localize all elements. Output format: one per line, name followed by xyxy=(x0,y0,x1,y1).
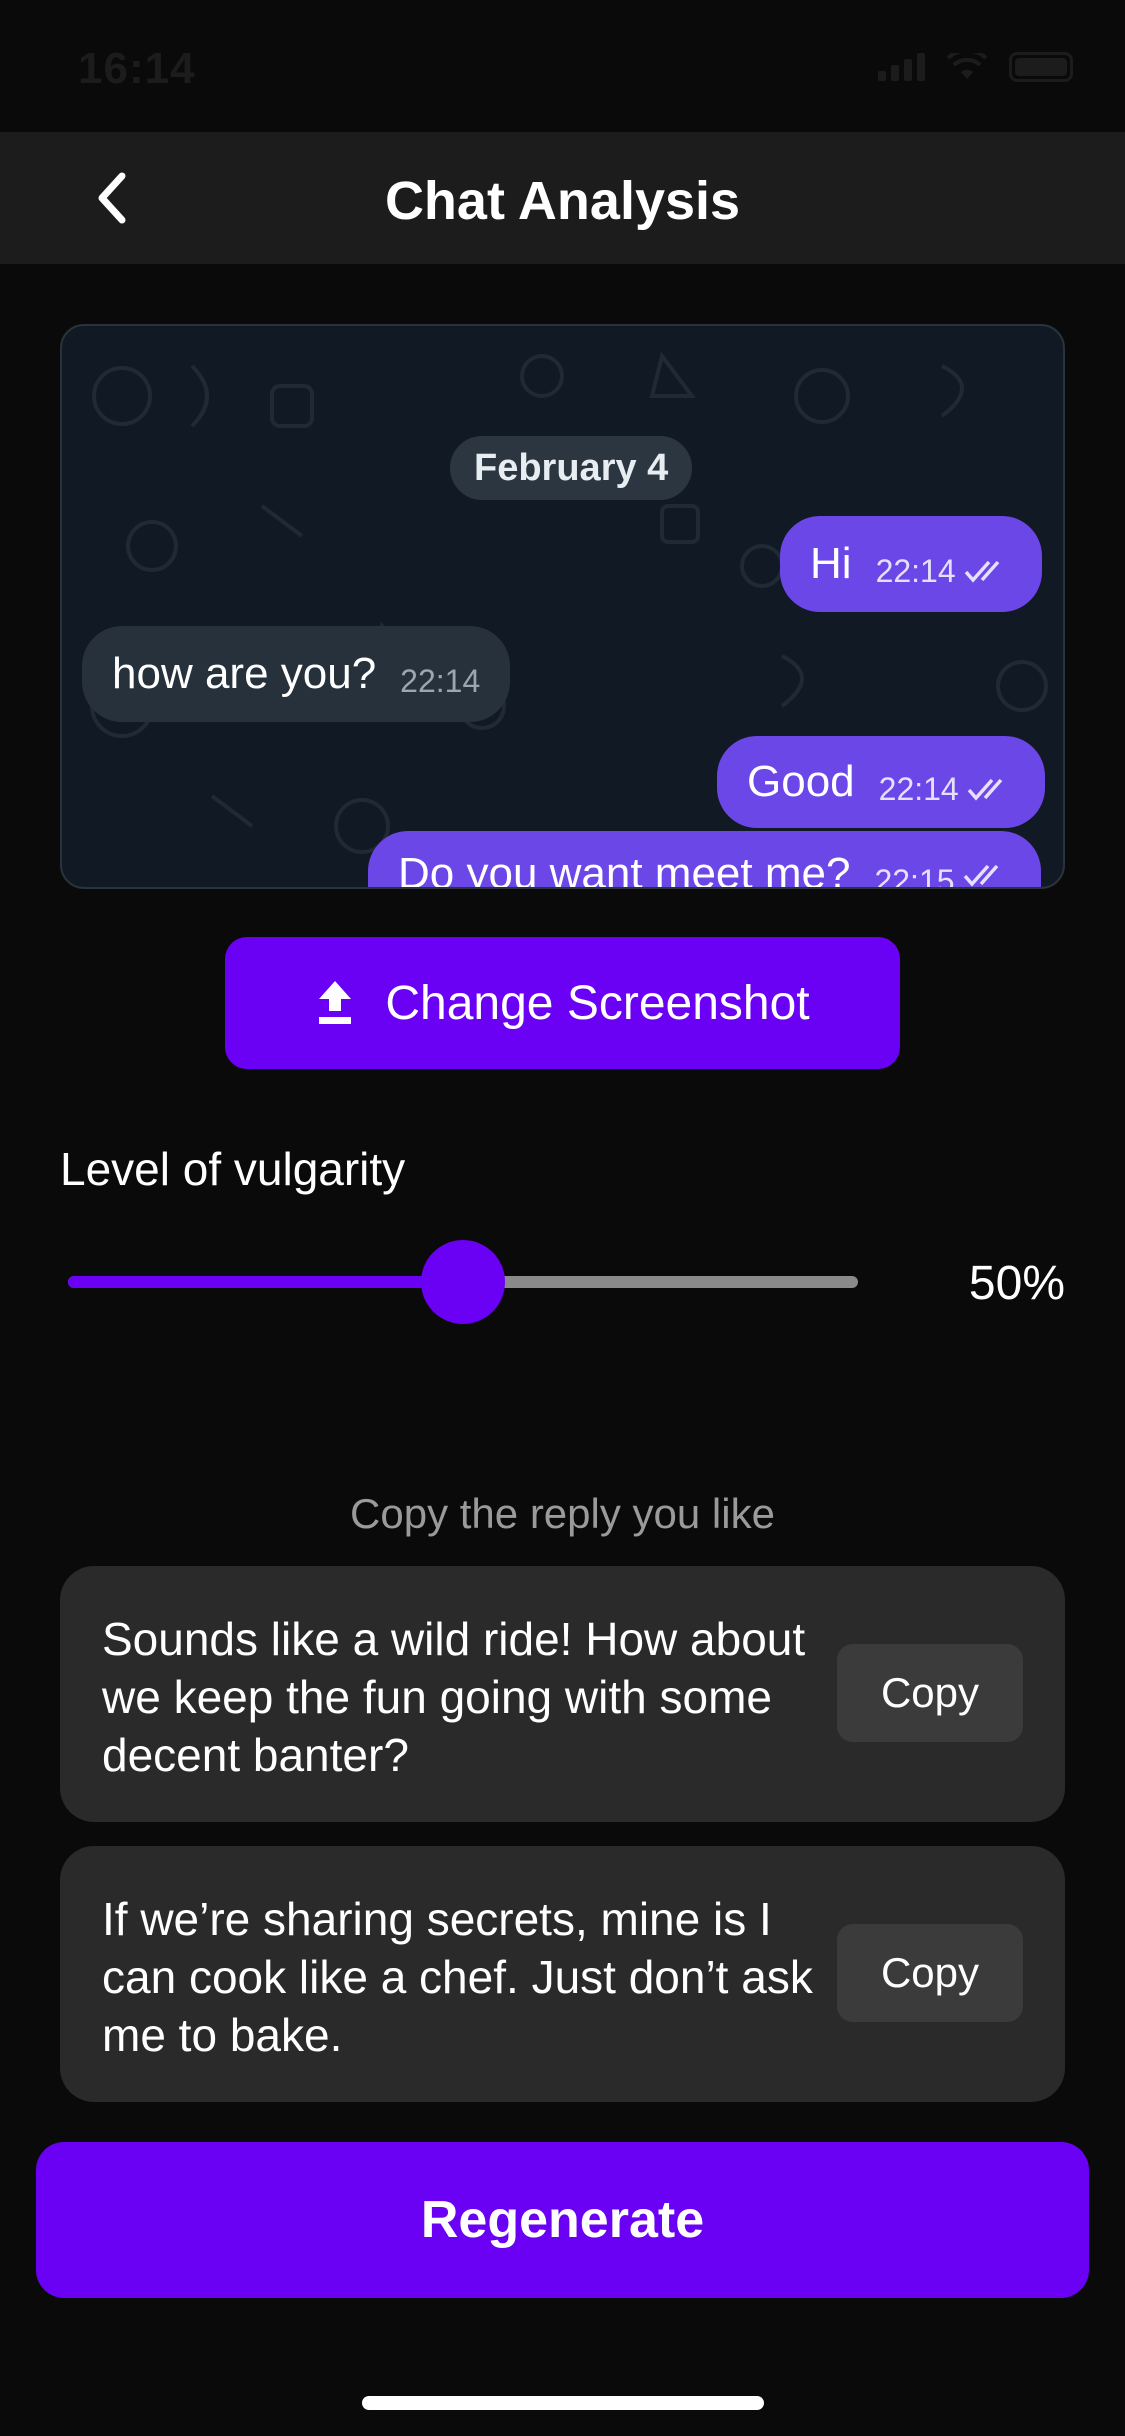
reply-text: Sounds like a wild ride! How about we ke… xyxy=(102,1613,806,1781)
copy-hint: Copy the reply you like xyxy=(350,1490,775,1537)
upload-icon xyxy=(319,981,352,1024)
change-screenshot-label: Change Screenshot xyxy=(385,976,810,1030)
home-indicator xyxy=(362,2396,764,2410)
reply-text: If we’re sharing secrets, mine is I can … xyxy=(102,1893,813,2061)
page-title: Chat Analysis xyxy=(384,171,741,231)
copy-button[interactable]: Copy xyxy=(837,1924,1023,2022)
double-check-icon xyxy=(967,778,1003,801)
message-bubble: Hi 22:14 xyxy=(780,516,1042,612)
date-pill: February 4 xyxy=(450,436,693,500)
regenerate-button[interactable]: Regenerate xyxy=(36,2142,1089,2298)
vulgarity-slider[interactable] xyxy=(68,1232,858,1332)
message-bubble: how are you? 22:14 xyxy=(82,626,511,722)
status-time: 16:14 xyxy=(78,44,196,93)
slider-fill xyxy=(68,1276,463,1288)
message-bubble: Good 22:14 xyxy=(717,736,1045,828)
reply-card: Sounds like a wild ride! How about we ke… xyxy=(60,1566,1065,1822)
message-time: 22:15 xyxy=(874,863,955,889)
vulgarity-label: Level of vulgarity xyxy=(60,1143,406,1195)
message-bubble: Do you want meet me? 22:15 xyxy=(368,831,1041,889)
copy-button[interactable]: Copy xyxy=(837,1644,1023,1742)
vulgarity-value: 50% xyxy=(968,1257,1065,1310)
message-time: 22:14 xyxy=(878,770,959,807)
status-icons xyxy=(878,52,1073,82)
navigation-bar: Chat Analysis xyxy=(0,132,1125,264)
message-time: 22:14 xyxy=(400,662,481,699)
chat-screenshot-preview: February 4 Hi 22:14 how are you? 22:14 G… xyxy=(60,324,1065,889)
double-check-icon xyxy=(963,864,998,887)
message-text: Do you want meet me? xyxy=(398,849,851,889)
status-bar: 16:14 xyxy=(0,0,1125,132)
wifi-icon xyxy=(947,53,987,79)
battery-icon xyxy=(1009,52,1073,82)
message-text: Good xyxy=(747,757,855,806)
message-text: how are you? xyxy=(112,649,377,698)
message-text: Hi xyxy=(810,539,852,588)
change-screenshot-button[interactable]: Change Screenshot xyxy=(225,937,900,1069)
cellular-signal-icon xyxy=(878,53,925,81)
slider-thumb[interactable] xyxy=(421,1240,505,1324)
double-check-icon xyxy=(964,560,999,583)
message-time: 22:14 xyxy=(875,552,956,589)
reply-card: If we’re sharing secrets, mine is I can … xyxy=(60,1846,1065,2102)
